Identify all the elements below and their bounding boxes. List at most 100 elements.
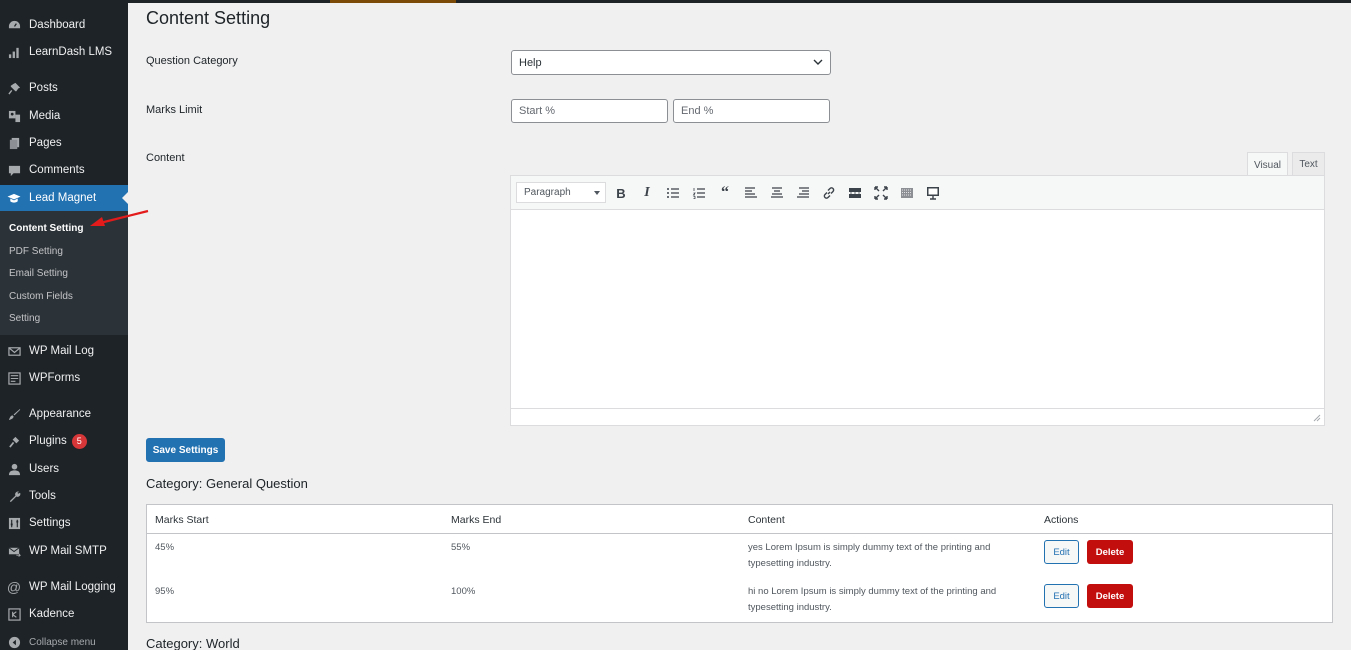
kadence-icon xyxy=(7,607,21,621)
question-category-select[interactable]: Help xyxy=(511,50,831,75)
save-settings-button[interactable]: Save Settings xyxy=(146,438,225,462)
category-heading: Category: General Question xyxy=(146,476,308,491)
sidebar-item-learndash[interactable]: LearnDash LMS xyxy=(0,39,128,65)
resize-handle-icon[interactable] xyxy=(1313,414,1321,422)
sidebar-item-tools[interactable]: Tools xyxy=(0,483,128,509)
learndash-icon xyxy=(7,45,21,59)
delete-button[interactable]: Delete xyxy=(1087,584,1133,608)
pages-icon xyxy=(7,136,21,150)
bullet-list-button[interactable] xyxy=(664,184,682,202)
sidebar-item-label: Kadence xyxy=(29,608,75,620)
sidebar-item-posts[interactable]: Posts xyxy=(0,75,128,101)
question-category-label: Question Category xyxy=(146,55,238,67)
bold-button[interactable]: B xyxy=(612,184,630,202)
pin-icon xyxy=(7,81,21,95)
selected-category: Help xyxy=(519,56,542,69)
marks-end-cell: 100% xyxy=(451,586,476,597)
plug-icon xyxy=(7,434,21,448)
editor-content-area[interactable] xyxy=(511,211,1324,409)
tab-visual[interactable]: Visual xyxy=(1247,152,1288,177)
numbered-list-button[interactable] xyxy=(690,184,708,202)
edit-button[interactable]: Edit xyxy=(1044,540,1079,564)
column-header: Actions xyxy=(1044,514,1079,526)
graduation-cap-icon xyxy=(7,191,21,205)
sidebar-item-wp-mail-smtp[interactable]: WP Mail SMTP xyxy=(0,538,128,564)
marks-end-input[interactable] xyxy=(673,99,830,123)
content-line: yes Lorem Ipsum is simply dummy text of … xyxy=(748,542,991,553)
italic-button[interactable]: I xyxy=(638,184,656,202)
sidebar-item-label: Comments xyxy=(29,164,85,176)
marks-table: Marks Start Marks End Content Actions 45… xyxy=(146,504,1333,623)
plugins-update-badge: 5 xyxy=(71,433,87,449)
sidebar-item-settings[interactable]: Settings xyxy=(0,510,128,536)
sidebar-item-wp-mail-logging[interactable]: @ WP Mail Logging xyxy=(0,574,128,600)
blockquote-icon: “ xyxy=(721,184,729,201)
sidebar-item-label: Pages xyxy=(29,137,62,149)
marks-limit-label: Marks Limit xyxy=(146,104,203,116)
content-line: hi no Lorem Ipsum is simply dummy text o… xyxy=(748,586,997,597)
format-value: Paragraph xyxy=(524,187,571,198)
envelope-icon xyxy=(7,344,21,358)
page-title: Content Setting xyxy=(146,8,271,28)
read-more-button[interactable] xyxy=(846,184,864,202)
submenu-email-setting[interactable]: Email Setting xyxy=(9,268,68,279)
table-header: Marks Start Marks End Content Actions xyxy=(147,505,1332,534)
align-right-button[interactable] xyxy=(794,184,812,202)
sidebar-item-label: WPForms xyxy=(29,372,81,384)
sidebar-item-users[interactable]: Users xyxy=(0,456,128,482)
content-cell: hi no Lorem Ipsum is simply dummy text o… xyxy=(748,584,996,616)
sidebar-item-plugins[interactable]: Plugins 5 xyxy=(0,428,128,454)
sidebar-item-comments[interactable]: Comments xyxy=(0,157,128,183)
edit-button[interactable]: Edit xyxy=(1044,584,1079,608)
sidebar-item-wpforms[interactable]: WPForms xyxy=(0,365,128,391)
italic-icon: I xyxy=(644,185,650,200)
collapse-menu-button[interactable]: Collapse menu xyxy=(0,629,128,650)
sidebar-item-label: WP Mail Log xyxy=(29,345,94,357)
marks-start-input[interactable] xyxy=(511,99,668,123)
preview-button[interactable] xyxy=(924,184,942,202)
column-header: Marks End xyxy=(451,514,502,526)
submenu-content-setting[interactable]: Content Setting xyxy=(9,223,83,234)
submenu-setting[interactable]: Setting xyxy=(9,313,40,324)
brush-icon xyxy=(7,407,21,421)
sidebar-item-media[interactable]: Media xyxy=(0,103,128,129)
format-select[interactable]: Paragraph xyxy=(516,182,606,203)
link-button[interactable] xyxy=(820,184,838,202)
marks-end-cell: 55% xyxy=(451,542,471,553)
sidebar-item-label: Media xyxy=(29,110,61,122)
sidebar-item-pages[interactable]: Pages xyxy=(0,130,128,156)
admin-sidebar: Dashboard LearnDash LMS Posts Media Page… xyxy=(0,0,128,650)
align-left-button[interactable] xyxy=(742,184,760,202)
content-editor: Paragraph B I “ xyxy=(510,175,1325,426)
content-label: Content xyxy=(146,152,185,164)
sidebar-item-dashboard[interactable]: Dashboard xyxy=(0,12,128,38)
fullscreen-button[interactable] xyxy=(872,184,890,202)
admin-bar xyxy=(0,0,1351,3)
sidebar-item-label: Users xyxy=(29,463,60,475)
forms-icon xyxy=(7,371,21,385)
submenu-pdf-setting[interactable]: PDF Setting xyxy=(9,246,63,257)
editor-toolbar: Paragraph B I “ xyxy=(511,176,1324,210)
sidebar-item-label: Tools xyxy=(29,490,56,502)
blockquote-button[interactable]: “ xyxy=(716,184,734,202)
align-left-icon xyxy=(745,187,757,198)
keyboard-icon xyxy=(901,188,913,198)
content-line: typesetting industry. xyxy=(748,602,832,613)
collapse-menu-label: Collapse menu xyxy=(29,636,96,648)
sliders-icon xyxy=(7,516,21,530)
link-icon xyxy=(823,187,835,199)
delete-button[interactable]: Delete xyxy=(1087,540,1133,564)
read-more-icon xyxy=(849,188,861,198)
align-center-button[interactable] xyxy=(768,184,786,202)
sidebar-item-appearance[interactable]: Appearance xyxy=(0,401,128,427)
sidebar-item-label: WP Mail Logging xyxy=(29,581,116,593)
column-header: Marks Start xyxy=(155,514,209,526)
marks-start-cell: 95% xyxy=(155,586,175,597)
sidebar-item-wp-mail-log[interactable]: WP Mail Log xyxy=(0,338,128,364)
toolbar-toggle-button[interactable] xyxy=(898,184,916,202)
submenu-custom-fields[interactable]: Custom Fields xyxy=(9,291,73,302)
tab-text[interactable]: Text xyxy=(1292,152,1325,176)
sidebar-item-label: LearnDash LMS xyxy=(29,46,113,58)
sidebar-item-kadence[interactable]: Kadence xyxy=(0,601,128,627)
at-icon: @ xyxy=(6,579,22,595)
